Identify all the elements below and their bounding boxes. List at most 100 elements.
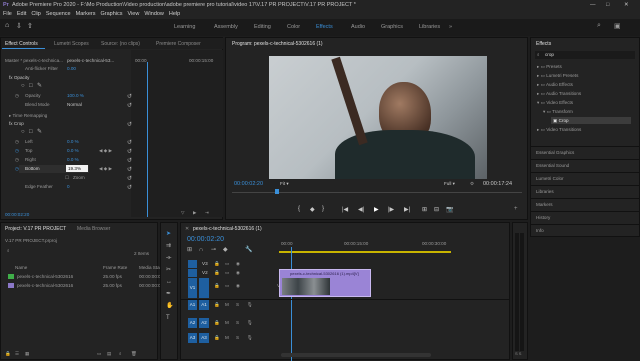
program-timecode[interactable]: 00:00:02:20 xyxy=(234,181,263,187)
effect-tree-presets[interactable]: ▸ ▭ Presets xyxy=(537,64,562,70)
a2-mute-button[interactable]: M xyxy=(225,320,229,325)
slip-tool-icon[interactable]: ↔ xyxy=(166,279,172,285)
ec-export-icon[interactable]: ⇥ xyxy=(205,210,209,216)
a1-mute-button[interactable]: M xyxy=(225,302,229,307)
close-button[interactable]: ✕ xyxy=(624,0,629,10)
linked-selection-icon[interactable]: ⊸ xyxy=(211,247,216,253)
menu-graphics[interactable]: Graphics xyxy=(101,11,123,17)
effects-title[interactable]: Effects xyxy=(536,41,551,47)
crop-right-value[interactable]: 0.0 % xyxy=(67,157,79,162)
hand-tool-icon[interactable]: ✋ xyxy=(166,303,173,309)
lift-button[interactable]: ⊞ xyxy=(422,206,427,213)
workspace-color[interactable]: Color xyxy=(287,24,300,30)
effect-tree-video-transitions[interactable]: ▸ ▭ Video Transitions xyxy=(537,127,581,133)
panel-info[interactable]: Info xyxy=(536,228,544,233)
menu-markers[interactable]: Markers xyxy=(76,11,96,17)
notification-icon[interactable]: ▣ xyxy=(614,22,621,30)
reset-opacity-icon[interactable]: ↺ xyxy=(127,94,132,100)
insert-nest-icon[interactable]: ⊞ xyxy=(187,247,192,253)
effects-search[interactable]: ⌕ crop xyxy=(535,51,635,59)
crop-ellipse-mask-icon[interactable]: ○ xyxy=(21,129,25,135)
opacity-stopwatch-icon[interactable]: ◷ xyxy=(15,93,19,99)
play-button[interactable]: ▶ xyxy=(374,206,379,213)
workspace-audio[interactable]: Audio xyxy=(351,24,365,30)
work-area-bar[interactable] xyxy=(279,251,451,253)
top-stopwatch-icon[interactable]: ◷ xyxy=(15,148,19,154)
effect-tree-audio-transitions[interactable]: ▸ ▭ Audio Transitions xyxy=(537,91,581,97)
reset-edge-icon[interactable]: ↺ xyxy=(127,185,132,191)
column-name[interactable]: Name xyxy=(15,265,27,270)
type-tool-icon[interactable]: T xyxy=(166,315,170,321)
tab-lumetri-scopes[interactable]: Lumetri Scopes xyxy=(54,41,89,47)
panel-essential-sound[interactable]: Essential Sound xyxy=(536,163,569,168)
v3-eye-icon[interactable]: ◉ xyxy=(236,261,240,267)
quality-dropdown[interactable]: Full ▾ xyxy=(444,181,455,187)
tab-media-browser[interactable]: Media Browser xyxy=(77,226,110,232)
ec-play-audio-icon[interactable]: ▶ xyxy=(193,210,197,216)
workspace-assembly[interactable]: Assembly xyxy=(214,24,238,30)
effects-search-input[interactable]: crop xyxy=(545,52,554,57)
search-bin-icon[interactable]: ⌕ xyxy=(119,351,122,356)
sequence-tab[interactable]: pexels-c-technical-5302616 (1) xyxy=(193,226,262,232)
project-search-icon[interactable]: ⌕ xyxy=(7,248,10,253)
crop-bottom-input[interactable]: 19.3% xyxy=(66,165,88,172)
lock-icon[interactable]: 🔒 xyxy=(5,351,11,357)
panel-lumetri-color[interactable]: Lumetri Color xyxy=(536,176,564,181)
reset-right-icon[interactable]: ↺ xyxy=(127,158,132,164)
v2-sync-icon[interactable]: ▭ xyxy=(225,270,229,276)
panel-essential-graphics[interactable]: Essential Graphics xyxy=(536,150,574,155)
a3-source-target[interactable]: A3 xyxy=(188,333,197,343)
panel-libraries[interactable]: Libraries xyxy=(536,189,554,194)
panel-markers[interactable]: Markers xyxy=(536,202,553,207)
step-forward-button[interactable]: |▶ xyxy=(388,206,394,213)
export-icon[interactable]: ⇧ xyxy=(27,22,33,30)
ripple-edit-tool-icon[interactable]: ⟛ xyxy=(166,255,171,261)
snap-icon[interactable]: ∩ xyxy=(199,247,203,253)
table-row[interactable]: pexels-c-technical-5302616 25.00 fps 00:… xyxy=(1,273,163,282)
home-icon[interactable]: ⌂ xyxy=(5,22,9,29)
tab-project[interactable]: Project: V.17 PR PROJECT xyxy=(5,226,66,232)
track-select-tool-icon[interactable]: ⇉ xyxy=(166,243,171,249)
table-row[interactable]: pexels-c-technical-5302616 25.00 fps 00:… xyxy=(1,282,163,291)
tab-effect-controls[interactable]: Effect Controls xyxy=(5,41,38,47)
tab-premiere-composer[interactable]: Premiere Composer xyxy=(156,41,201,47)
list-view-icon[interactable]: ☰ xyxy=(15,351,19,357)
v3-lock-icon[interactable]: 🔒 xyxy=(214,261,220,267)
settings-icon[interactable]: ⚙ xyxy=(470,181,474,187)
icon-view-icon[interactable]: ▦ xyxy=(25,351,29,357)
reset-blend-icon[interactable]: ↺ xyxy=(127,103,132,109)
a2-solo-button[interactable]: S xyxy=(236,320,239,325)
button-editor-button[interactable]: + xyxy=(514,206,518,212)
a1-source-target[interactable]: A1 xyxy=(188,300,197,310)
a2-track-target[interactable]: A2 xyxy=(199,318,209,328)
time-remapping-section[interactable]: ▸ Time Remapping xyxy=(9,113,47,119)
ec-playhead[interactable] xyxy=(147,62,148,217)
ec-timecode[interactable]: 00:00:02:20 xyxy=(5,212,29,217)
menu-help[interactable]: Help xyxy=(169,11,180,17)
zoom-checkbox[interactable]: ☐ xyxy=(65,175,69,181)
v2-source-target[interactable] xyxy=(188,269,197,277)
workspace-effects[interactable]: Effects xyxy=(316,24,333,30)
pen-mask-icon[interactable]: ✎ xyxy=(37,83,42,89)
reset-crop-icon[interactable]: ↺ xyxy=(127,122,132,128)
v2-lock-icon[interactable]: 🔒 xyxy=(214,270,220,276)
a3-solo-button[interactable]: S xyxy=(236,335,239,340)
effect-tree-crop[interactable]: ▣ Crop xyxy=(553,118,569,124)
new-item-icon[interactable]: ▤ xyxy=(107,351,111,357)
reset-zoom-icon[interactable]: ↺ xyxy=(127,176,132,182)
crop-left-value[interactable]: 0.0 % xyxy=(67,139,79,144)
timeline-timecode[interactable]: 00:00:02:20 xyxy=(187,236,224,243)
effect-tree-transform[interactable]: ▾ ▭ Transform xyxy=(543,109,573,115)
step-back-button[interactable]: ◀| xyxy=(358,206,364,213)
a2-lock-icon[interactable]: 🔒 xyxy=(214,320,220,326)
v2-eye-icon[interactable]: ◉ xyxy=(236,270,240,276)
v1-sync-icon[interactable]: ▭ xyxy=(225,283,229,289)
go-to-out-button[interactable]: ▶| xyxy=(404,206,410,213)
menu-window[interactable]: Window xyxy=(144,11,164,17)
selection-tool-icon[interactable]: ➤ xyxy=(166,231,171,237)
a1-mic-icon[interactable]: 🎙 xyxy=(247,302,253,308)
menu-view[interactable]: View xyxy=(128,11,140,17)
pen-tool-icon[interactable]: ✒ xyxy=(166,291,171,297)
fx-crop-section[interactable]: fx Crop xyxy=(9,121,24,126)
workspace-graphics[interactable]: Graphics xyxy=(381,24,403,30)
